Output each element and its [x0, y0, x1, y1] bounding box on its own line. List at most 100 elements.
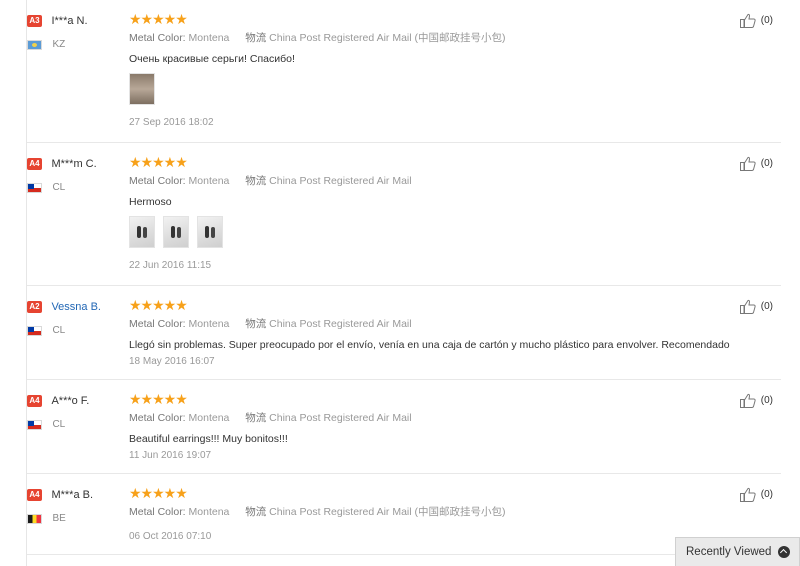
- helpful-vote[interactable]: (0): [739, 487, 773, 502]
- order-attributes: Metal Color: Montena 物流 China Post Regis…: [129, 410, 749, 425]
- review-photos: [129, 216, 749, 250]
- thumbs-up-icon[interactable]: [739, 393, 756, 408]
- reviewer-name-link[interactable]: Vessna B.: [51, 301, 101, 313]
- metal-color-value: Montena: [188, 506, 230, 518]
- review-item: A4 M***m C. CL ★★★★★ Metal Color: Monten…: [27, 143, 781, 286]
- thumbs-up-icon[interactable]: [739, 487, 756, 502]
- order-attributes: Metal Color: Montena 物流 China Post Regis…: [129, 173, 749, 188]
- helpful-count: (0): [760, 395, 773, 406]
- shipping-value: China Post Registered Air Mail: [269, 175, 412, 187]
- metal-color-label: Metal Color:: [129, 175, 186, 187]
- review-photo-thumbnail[interactable]: [129, 216, 155, 248]
- reviewer-info: A4 A***o F. CL: [27, 392, 123, 430]
- chile-flag-icon: [27, 182, 42, 193]
- shipping-label: 物流: [245, 175, 267, 187]
- country-code: BE: [52, 513, 66, 525]
- helpful-vote[interactable]: (0): [739, 299, 773, 314]
- reviewer-name: I***a N.: [51, 14, 88, 27]
- shipping-label: 物流: [245, 506, 267, 518]
- review-photo-thumbnail[interactable]: [129, 73, 155, 105]
- order-attributes: Metal Color: Montena 物流 China Post Regis…: [129, 30, 749, 45]
- star-rating: ★★★★★: [129, 391, 749, 407]
- belgium-flag-icon: [27, 513, 42, 524]
- review-date: 18 May 2016 16:07: [129, 356, 215, 367]
- metal-color-label: Metal Color:: [129, 318, 186, 330]
- helpful-vote[interactable]: (0): [739, 393, 773, 408]
- shipping-label: 物流: [245, 32, 267, 44]
- metal-color-value: Montena: [188, 32, 230, 44]
- metal-color-label: Metal Color:: [129, 32, 186, 44]
- thumbs-up-icon[interactable]: [739, 156, 756, 171]
- chevron-up-icon[interactable]: [778, 546, 790, 558]
- helpful-vote[interactable]: (0): [739, 13, 773, 28]
- shipping-value: China Post Registered Air Mail: [269, 318, 412, 330]
- review-content: ★★★★★ Metal Color: Montena 物流 China Post…: [129, 485, 749, 542]
- metal-color-label: Metal Color:: [129, 412, 186, 424]
- review-item: A4 A***o F. CL ★★★★★ Metal Color: Monten…: [27, 380, 781, 474]
- metal-color-value: Montena: [188, 412, 230, 424]
- reviewer-info: A2 Vessna B. CL: [27, 298, 123, 336]
- shipping-value: China Post Registered Air Mail (中国邮政挂号小包…: [269, 32, 506, 44]
- country-code: CL: [52, 325, 66, 337]
- reviewer-name: A***o F.: [51, 394, 90, 407]
- order-attributes: Metal Color: Montena 物流 China Post Regis…: [129, 504, 749, 519]
- star-icon: ★★★★★: [129, 11, 188, 27]
- buyer-level-badge: A4: [27, 394, 42, 407]
- star-icon: ★★★★★: [129, 154, 188, 170]
- shipping-value: China Post Registered Air Mail (中国邮政挂号小包…: [269, 506, 506, 518]
- star-rating: ★★★★★: [129, 297, 749, 313]
- buyer-level-badge: A4: [27, 488, 42, 501]
- feedback-list: A3 I***a N. KZ ★★★★★ Metal Color: Monten…: [27, 0, 781, 555]
- helpful-count: (0): [760, 489, 773, 500]
- reviewer-name: M***a B.: [51, 488, 94, 501]
- thumbs-up-icon[interactable]: [739, 299, 756, 314]
- review-date: 06 Oct 2016 07:10: [129, 531, 212, 542]
- review-date: 11 Jun 2016 19:07: [129, 450, 212, 461]
- kazakhstan-flag-icon: [27, 39, 42, 50]
- star-rating: ★★★★★: [129, 154, 749, 170]
- shipping-label: 物流: [245, 318, 267, 330]
- order-attributes: Metal Color: Montena 物流 China Post Regis…: [129, 316, 749, 331]
- shipping-value: China Post Registered Air Mail: [269, 412, 412, 424]
- review-text: Очень красивые серьги! Спасибо!: [129, 53, 295, 65]
- review-item: A3 I***a N. KZ ★★★★★ Metal Color: Monten…: [27, 0, 781, 143]
- reviewer-info: A3 I***a N. KZ: [27, 12, 123, 50]
- helpful-count: (0): [760, 301, 773, 312]
- review-date: 22 Jun 2016 11:15: [129, 260, 212, 271]
- star-rating: ★★★★★: [129, 485, 749, 501]
- recently-viewed-tab[interactable]: Recently Viewed: [675, 537, 800, 566]
- thumbs-up-icon[interactable]: [739, 13, 756, 28]
- reviewer-info: A4 M***m C. CL: [27, 155, 123, 193]
- metal-color-value: Montena: [188, 318, 230, 330]
- review-content: ★★★★★ Metal Color: Montena 物流 China Post…: [129, 391, 749, 461]
- buyer-level-badge: A2: [27, 300, 42, 313]
- review-item: A2 Vessna B. CL ★★★★★ Metal Color: Monte…: [27, 286, 781, 380]
- recently-viewed-label: Recently Viewed: [686, 546, 772, 558]
- review-date: 27 Sep 2016 18:02: [129, 117, 214, 128]
- star-rating: ★★★★★: [129, 11, 749, 27]
- helpful-vote[interactable]: (0): [739, 156, 773, 171]
- review-text: Hermoso: [129, 196, 172, 208]
- metal-color-value: Montena: [188, 175, 230, 187]
- shipping-label: 物流: [245, 412, 267, 424]
- chile-flag-icon: [27, 419, 42, 430]
- review-content: ★★★★★ Metal Color: Montena 物流 China Post…: [129, 154, 749, 271]
- reviewer-name: M***m C.: [51, 157, 97, 170]
- review-photos: [129, 73, 749, 107]
- country-code: CL: [52, 419, 66, 431]
- review-item: A4 M***a B. BE ★★★★★ Metal Color: Monten…: [27, 474, 781, 555]
- metal-color-label: Metal Color:: [129, 506, 186, 518]
- review-text: Beautiful earrings!!! Muy bonitos!!!: [129, 433, 288, 445]
- star-icon: ★★★★★: [129, 485, 188, 501]
- star-icon: ★★★★★: [129, 391, 188, 407]
- review-content: ★★★★★ Metal Color: Montena 物流 China Post…: [129, 11, 749, 128]
- buyer-level-badge: A4: [27, 157, 42, 170]
- country-code: CL: [52, 182, 66, 194]
- buyer-level-badge: A3: [27, 14, 42, 27]
- helpful-count: (0): [760, 158, 773, 169]
- chile-flag-icon: [27, 325, 42, 336]
- star-icon: ★★★★★: [129, 297, 188, 313]
- review-text: Llegó sin problemas. Super preocupado po…: [129, 339, 730, 351]
- review-photo-thumbnail[interactable]: [163, 216, 189, 248]
- review-photo-thumbnail[interactable]: [197, 216, 223, 248]
